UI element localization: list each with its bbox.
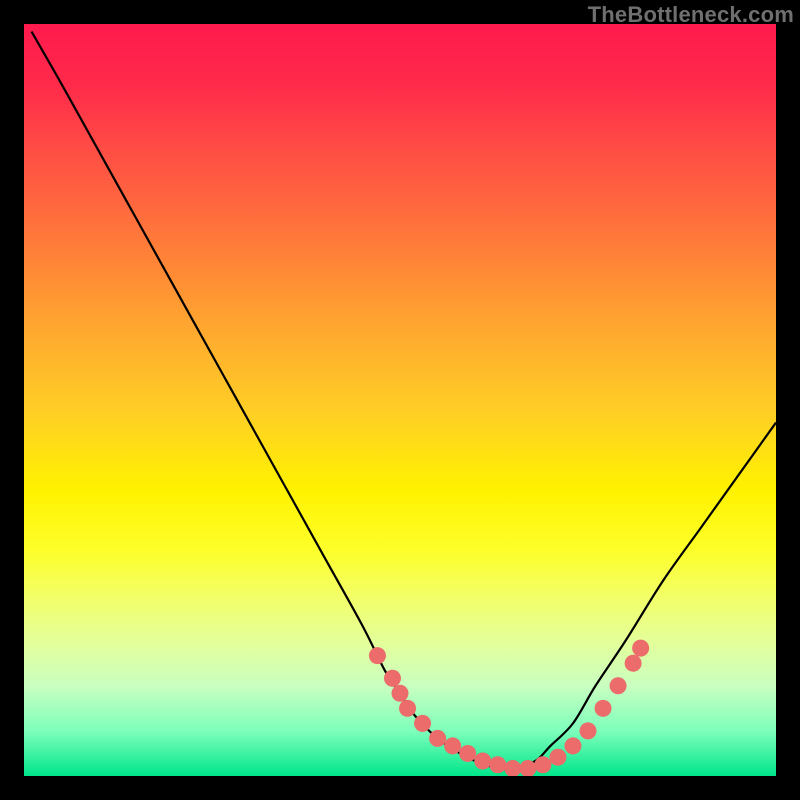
- highlight-dot: [489, 756, 506, 773]
- highlight-dot: [444, 737, 461, 754]
- marker-layer: [369, 640, 649, 776]
- highlight-dot: [429, 730, 446, 747]
- chart-svg: [24, 24, 776, 776]
- highlight-dot: [632, 640, 649, 657]
- highlight-dot: [459, 745, 476, 762]
- highlight-dot: [595, 700, 612, 717]
- highlight-dot: [399, 700, 416, 717]
- highlight-dot: [504, 760, 521, 776]
- curve-layer: [32, 32, 776, 770]
- highlight-dot: [384, 670, 401, 687]
- highlight-dot: [414, 715, 431, 732]
- highlight-dot: [369, 647, 386, 664]
- highlight-dot: [474, 752, 491, 769]
- gradient-plot-area: [24, 24, 776, 776]
- bottleneck-curve-line: [32, 32, 776, 770]
- highlight-dot: [549, 749, 566, 766]
- highlight-dot: [534, 756, 551, 773]
- highlight-dot: [392, 685, 409, 702]
- outer-frame: TheBottleneck.com: [0, 0, 800, 800]
- highlight-dot: [564, 737, 581, 754]
- highlight-dot: [610, 677, 627, 694]
- highlight-dot: [625, 655, 642, 672]
- highlight-dot: [580, 722, 597, 739]
